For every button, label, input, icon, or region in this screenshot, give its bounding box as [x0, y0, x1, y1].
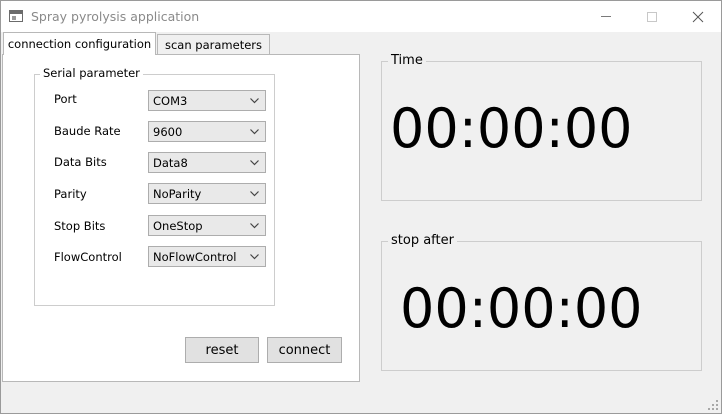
parity-label: Parity: [54, 187, 87, 201]
time-title: Time: [388, 53, 426, 68]
tab-scan-parameters[interactable]: scan parameters: [157, 34, 270, 55]
stop-bits-select[interactable]: OneStop: [148, 215, 266, 236]
minimize-icon: [601, 16, 611, 17]
window-title: Spray pyrolysis application: [31, 9, 200, 24]
flow-control-select[interactable]: NoFlowControl: [148, 246, 266, 267]
port-select[interactable]: COM3: [148, 90, 266, 111]
connect-button[interactable]: connect: [267, 337, 342, 363]
time-display: 00:00:00: [390, 97, 633, 160]
stop-after-title: stop after: [388, 233, 457, 248]
maximize-icon: [647, 11, 657, 22]
stop-after-display: 00:00:00: [400, 277, 643, 340]
resize-grip-icon[interactable]: [708, 400, 718, 410]
baud-rate-value: 9600: [153, 124, 183, 139]
chevron-down-icon: [250, 191, 259, 197]
serial-parameter-title: Serial parameter: [40, 66, 143, 80]
chevron-down-icon: [250, 98, 259, 104]
close-button[interactable]: [675, 1, 721, 32]
flow-control-label: FlowControl: [54, 250, 122, 264]
app-window-icon: [9, 10, 23, 22]
flow-control-value: NoFlowControl: [153, 249, 237, 264]
port-value: COM3: [153, 93, 188, 108]
app-window: Spray pyrolysis application connection c…: [0, 0, 722, 414]
stop-bits-label: Stop Bits: [54, 219, 106, 233]
chevron-down-icon: [250, 160, 259, 166]
close-icon: [692, 11, 704, 22]
stop-bits-value: OneStop: [153, 218, 203, 233]
connection-configuration-pane: Serial parameter Port COM3 Baude Rate 96…: [2, 54, 360, 382]
parity-select[interactable]: NoParity: [148, 183, 266, 204]
data-bits-select[interactable]: Data8: [148, 152, 266, 173]
maximize-button[interactable]: [629, 1, 675, 32]
chevron-down-icon: [250, 129, 259, 135]
title-bar[interactable]: Spray pyrolysis application: [1, 1, 721, 32]
baud-rate-label: Baude Rate: [54, 124, 121, 138]
parity-value: NoParity: [153, 186, 202, 201]
port-label: Port: [54, 92, 77, 106]
tab-connection-configuration[interactable]: connection configuration: [3, 32, 156, 55]
chevron-down-icon: [250, 223, 259, 229]
data-bits-label: Data Bits: [54, 155, 107, 169]
chevron-down-icon: [250, 254, 259, 260]
data-bits-value: Data8: [153, 155, 188, 170]
minimize-button[interactable]: [583, 1, 629, 32]
baud-rate-select[interactable]: 9600: [148, 121, 266, 142]
reset-button[interactable]: reset: [185, 337, 259, 363]
